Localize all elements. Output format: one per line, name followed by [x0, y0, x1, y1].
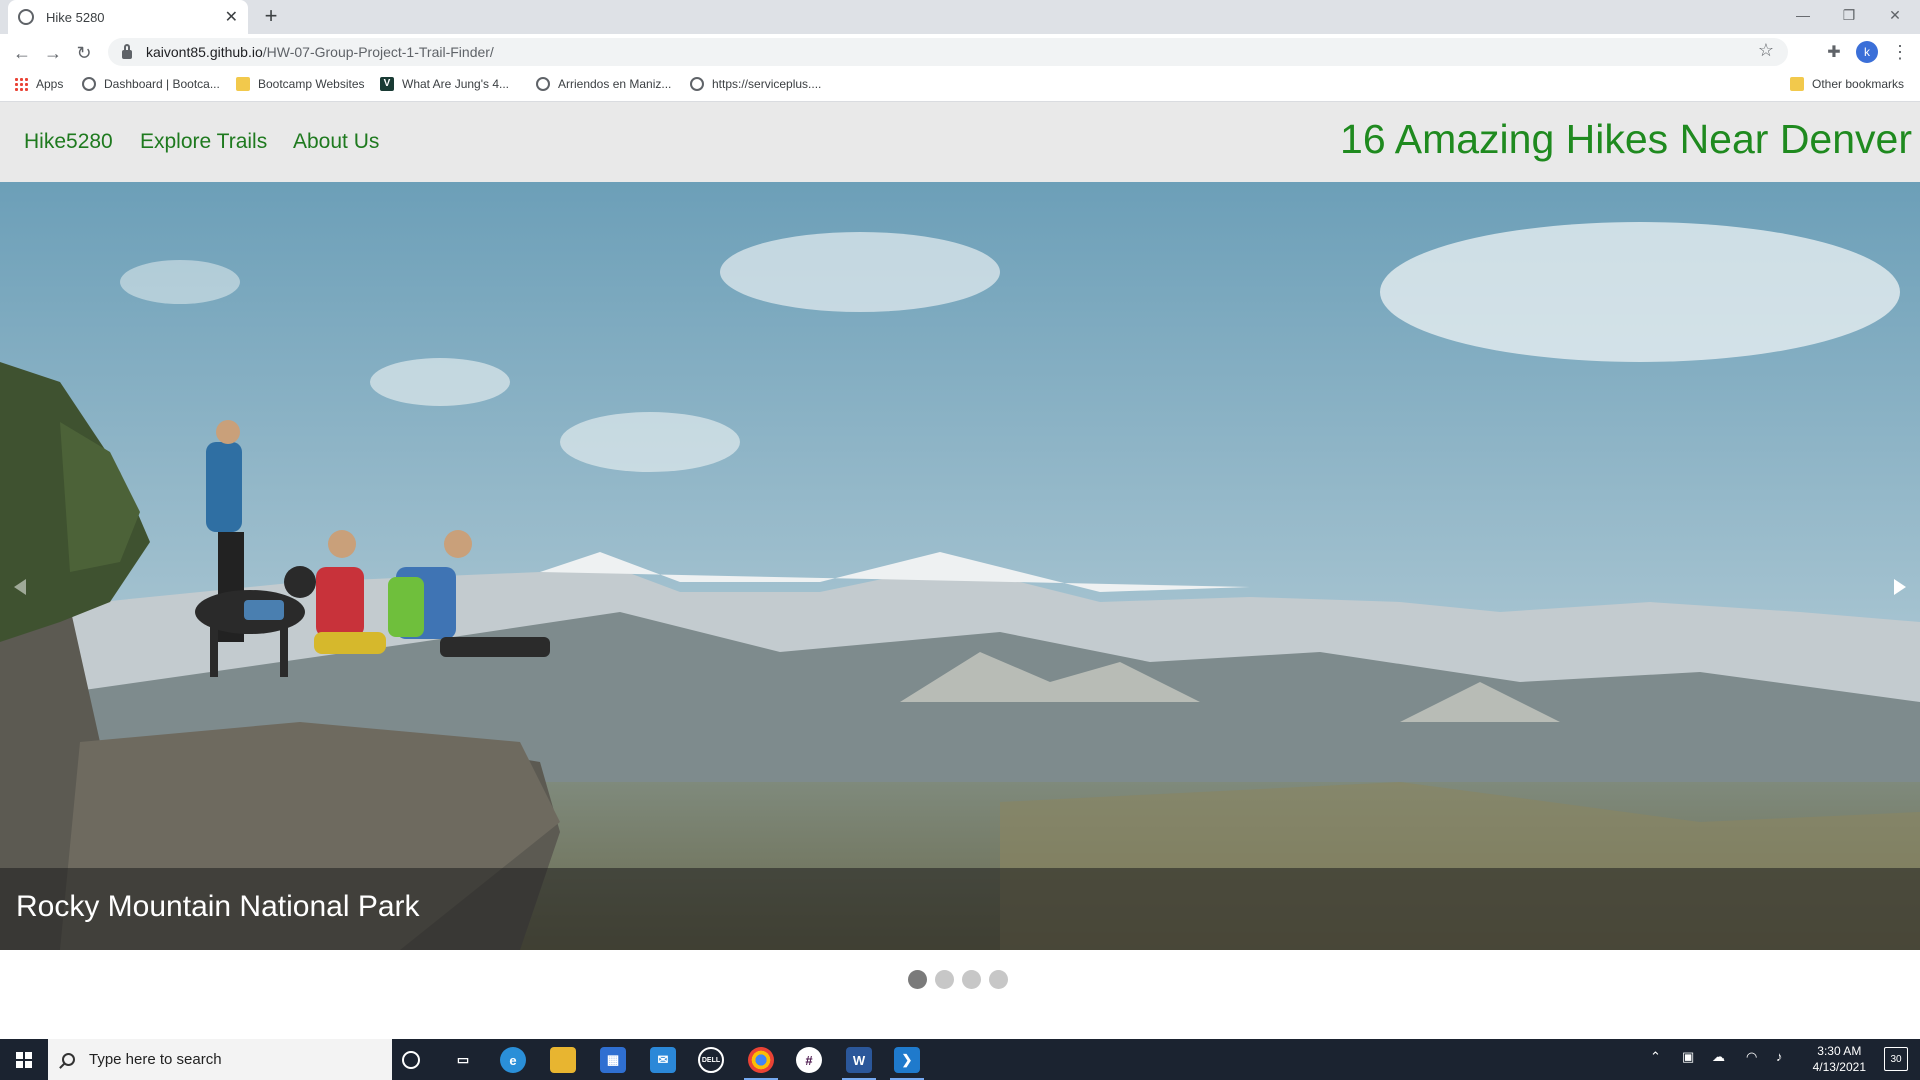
lock-icon: [122, 43, 132, 59]
folder-icon: [1790, 77, 1804, 91]
minimize-icon[interactable]: —: [1780, 0, 1826, 30]
bookmark-label: https://serviceplus....: [712, 77, 822, 91]
extensions-icon[interactable]: ✚: [1822, 40, 1846, 64]
bookmark-arriendos[interactable]: Arriendos en Maniz...: [536, 77, 671, 91]
carousel-dot[interactable]: [962, 970, 981, 989]
edge-icon[interactable]: e: [500, 1047, 526, 1073]
web-page: Hike5280 Explore Trails About Us 16 Amaz…: [0, 102, 1920, 1039]
onedrive-icon[interactable]: ☁: [1712, 1049, 1725, 1065]
tab-title: Hike 5280: [46, 9, 105, 25]
file-explorer-icon[interactable]: [550, 1047, 576, 1073]
search-placeholder: Type here to search: [89, 1051, 222, 1068]
site-navbar: Hike5280 Explore Trails About Us 16 Amaz…: [0, 102, 1920, 182]
close-tab-icon[interactable]: ✕: [225, 7, 238, 27]
windows-taskbar: Type here to search ▭ e ▦ ✉ DELL # W ❯ ⌃…: [0, 1039, 1920, 1080]
browser-menu-icon[interactable]: ⋮: [1888, 40, 1912, 64]
address-bar[interactable]: kaivont85.github.io /HW-07-Group-Project…: [108, 38, 1788, 66]
window-close-icon[interactable]: ✕: [1872, 0, 1918, 30]
vscode-icon[interactable]: ❯: [894, 1047, 920, 1073]
carousel-dot[interactable]: [935, 970, 954, 989]
other-bookmarks[interactable]: Other bookmarks: [1790, 77, 1904, 91]
cortana-icon[interactable]: [402, 1051, 420, 1069]
clock-date: 4/13/2021: [1812, 1060, 1866, 1074]
notification-center-icon[interactable]: 30: [1884, 1047, 1908, 1071]
bookmarks-bar: Apps Dashboard | Bootca... Bootcamp Webs…: [0, 70, 1920, 102]
url-host: kaivont85.github.io: [146, 44, 263, 60]
taskbar-search[interactable]: Type here to search: [48, 1039, 392, 1080]
carousel-prev-icon[interactable]: [14, 579, 26, 595]
bookmark-dashboard[interactable]: Dashboard | Bootca...: [82, 77, 220, 91]
show-hidden-icons-icon[interactable]: ⌃: [1650, 1049, 1661, 1065]
search-icon: [62, 1053, 75, 1066]
globe-icon: [18, 9, 34, 25]
globe-icon: [536, 77, 550, 91]
new-tab-button[interactable]: +: [258, 4, 284, 30]
bookmark-label: Apps: [36, 77, 64, 91]
profile-avatar[interactable]: k: [1856, 41, 1878, 63]
v-site-icon: V: [380, 77, 394, 91]
carousel-caption: Rocky Mountain National Park: [16, 890, 420, 923]
slack-icon[interactable]: #: [796, 1047, 822, 1073]
forward-icon[interactable]: →: [41, 41, 65, 65]
chrome-icon[interactable]: [748, 1047, 774, 1073]
bookmark-serviceplus[interactable]: https://serviceplus....: [690, 77, 821, 91]
browser-tab[interactable]: Hike 5280 ✕: [8, 0, 248, 34]
other-bookmarks-label: Other bookmarks: [1812, 77, 1905, 91]
nav-about-us-link[interactable]: About Us: [293, 130, 379, 154]
dell-icon[interactable]: DELL: [698, 1047, 724, 1073]
mail-icon[interactable]: ✉: [650, 1047, 676, 1073]
task-view-icon[interactable]: ▭: [450, 1047, 476, 1073]
image-carousel[interactable]: Rocky Mountain National Park: [0, 182, 1920, 950]
url-path: /HW-07-Group-Project-1-Trail-Finder/: [262, 44, 494, 60]
word-icon[interactable]: W: [846, 1047, 872, 1073]
windows-logo-icon: [16, 1051, 32, 1068]
back-icon[interactable]: ←: [10, 41, 34, 65]
bookmark-label: Dashboard | Bootca...: [104, 77, 220, 91]
browser-toolbar: ← → ↻ kaivont85.github.io /HW-07-Group-P…: [0, 34, 1920, 70]
bookmark-apps[interactable]: Apps: [14, 77, 63, 91]
mountain-landscape-image: [0, 182, 1920, 950]
browser-tabstrip: Hike 5280 ✕ + — ❐ ✕: [0, 0, 1920, 34]
bookmark-label: What Are Jung's 4...: [402, 77, 510, 91]
carousel-dot[interactable]: [908, 970, 927, 989]
restore-icon[interactable]: ❐: [1826, 0, 1872, 30]
clock-time: 3:30 AM: [1817, 1044, 1862, 1058]
bookmark-bootcamp-websites[interactable]: Bootcamp Websites: [236, 77, 365, 91]
globe-icon: [82, 77, 96, 91]
nav-explore-trails-link[interactable]: Explore Trails: [140, 130, 267, 154]
nav-brand-link[interactable]: Hike5280: [24, 130, 113, 154]
taskbar-clock[interactable]: 3:30 AM 4/13/2021: [1813, 1043, 1866, 1075]
wifi-icon[interactable]: ◠: [1746, 1049, 1757, 1065]
page-heading: 16 Amazing Hikes Near Denver: [1340, 116, 1912, 162]
bookmark-label: Bootcamp Websites: [258, 77, 365, 91]
bookmark-jung[interactable]: V What Are Jung's 4...: [380, 77, 509, 91]
bookmark-label: Arriendos en Maniz...: [558, 77, 672, 91]
apps-grid-icon: [14, 77, 28, 91]
folder-icon: [236, 77, 250, 91]
meet-now-icon[interactable]: ▣: [1682, 1049, 1694, 1065]
bookmark-star-icon[interactable]: ☆: [1758, 40, 1774, 61]
volume-icon[interactable]: ♪: [1776, 1049, 1783, 1064]
start-button[interactable]: [0, 1039, 48, 1080]
carousel-next-icon[interactable]: [1894, 579, 1906, 595]
carousel-indicators: [908, 970, 1008, 989]
reload-icon[interactable]: ↻: [72, 41, 96, 65]
carousel-caption-bar: Rocky Mountain National Park: [0, 868, 1920, 950]
globe-icon: [690, 77, 704, 91]
store-icon[interactable]: ▦: [600, 1047, 626, 1073]
carousel-dot[interactable]: [989, 970, 1008, 989]
